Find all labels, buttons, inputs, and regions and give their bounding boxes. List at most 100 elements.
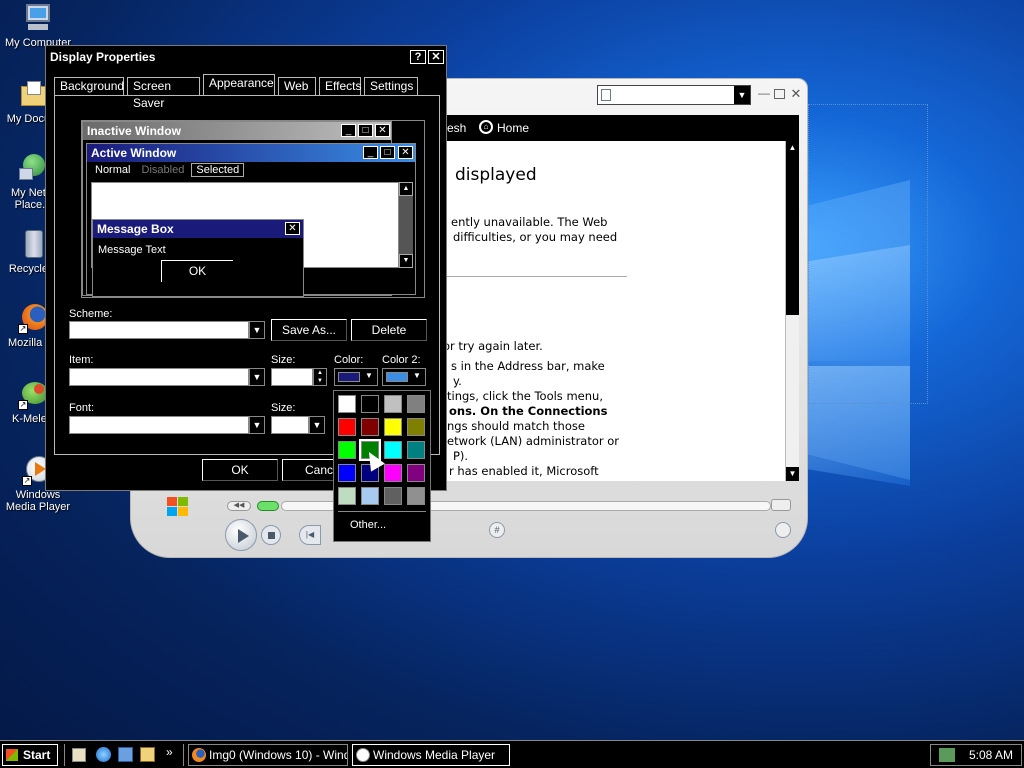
- home-icon: ⌂: [479, 120, 493, 134]
- color-swatch[interactable]: [407, 487, 425, 505]
- page-line: tings, click the Tools menu,: [447, 389, 603, 403]
- scroll-up-icon: ▲: [399, 182, 413, 196]
- maximize-icon: □: [380, 146, 395, 159]
- minimize-icon[interactable]: —: [758, 87, 770, 99]
- item-size-input[interactable]: [271, 368, 313, 386]
- save-as-button[interactable]: Save As...: [271, 319, 347, 341]
- divider: [447, 276, 627, 277]
- color-swatch[interactable]: [407, 441, 425, 459]
- stop-icon: [268, 532, 275, 539]
- other-colors-button[interactable]: Other...: [350, 519, 386, 531]
- close-button[interactable]: ✕: [428, 50, 444, 64]
- tab-web[interactable]: Web: [278, 77, 316, 96]
- font-dropdown[interactable]: [69, 416, 249, 434]
- play-button[interactable]: [225, 519, 257, 551]
- explorer-icon[interactable]: [140, 747, 155, 762]
- resize-grip-icon[interactable]: [771, 499, 791, 511]
- chevron-down-icon[interactable]: ▼: [249, 368, 265, 386]
- desktop-icon-label: Windows Media Player: [5, 489, 71, 513]
- tab-screen-saver[interactable]: Screen Saver: [127, 77, 200, 110]
- stop-button[interactable]: [261, 525, 281, 545]
- chevron-down-icon[interactable]: ▼: [249, 321, 265, 339]
- color-swatch[interactable]: [384, 487, 402, 505]
- chevron-down-icon[interactable]: ▼: [249, 416, 265, 434]
- chevron-down-icon[interactable]: ▼: [309, 416, 325, 434]
- page-line: etwork (LAN) administrator or: [447, 434, 620, 448]
- color-swatch[interactable]: [384, 464, 402, 482]
- tab-background[interactable]: Background: [54, 77, 124, 96]
- quicklaunch-overflow-chevron[interactable]: »: [166, 745, 173, 759]
- address-combobox[interactable]: ▼: [597, 85, 751, 105]
- scheme-dropdown[interactable]: [69, 321, 249, 339]
- internet-explorer-icon[interactable]: [96, 747, 111, 762]
- color-swatch[interactable]: [361, 418, 379, 436]
- color-swatch[interactable]: [384, 395, 402, 413]
- close-icon: ✕: [398, 146, 413, 159]
- ok-button[interactable]: OK: [202, 459, 278, 481]
- dialog-titlebar[interactable]: Display Properties ? ✕: [46, 46, 446, 68]
- scheme-label: Scheme:: [69, 308, 113, 320]
- appearance-preview[interactable]: Inactive Window _ □ ✕ Active Window _ □ …: [81, 120, 425, 298]
- fullscreen-icon[interactable]: [775, 522, 791, 538]
- help-button[interactable]: ?: [410, 50, 426, 64]
- color-swatch[interactable]: [407, 395, 425, 413]
- tab-appearance[interactable]: Appearance: [203, 74, 275, 96]
- color2-picker-button[interactable]: ▼: [382, 368, 426, 386]
- previous-track-button[interactable]: |◀: [299, 525, 321, 545]
- scroll-up-icon[interactable]: ▲: [786, 141, 799, 155]
- delete-button[interactable]: Delete: [351, 319, 427, 341]
- taskbar-item-media-player[interactable]: Windows Media Player: [352, 744, 510, 766]
- start-button[interactable]: Start: [2, 744, 58, 766]
- color-picker-button[interactable]: ▼: [334, 368, 378, 386]
- home-button[interactable]: Home: [497, 121, 529, 135]
- taskbar-item-firefox[interactable]: Img0 (Windows 10) - Wind...: [188, 744, 348, 766]
- chevron-down-icon: ▼: [365, 371, 373, 380]
- color-swatch[interactable]: [361, 487, 379, 505]
- color-swatch[interactable]: [338, 418, 356, 436]
- page-line: s in the Address bar, make: [451, 359, 605, 373]
- font-size-dropdown[interactable]: [271, 416, 309, 434]
- color-swatch[interactable]: [384, 418, 402, 436]
- clock[interactable]: 5:08 AM: [969, 748, 1013, 762]
- item-dropdown[interactable]: [69, 368, 249, 386]
- menu-selected: Selected: [191, 163, 245, 177]
- error-page: displayed ently unavailable. The Web dif…: [443, 141, 785, 481]
- color-swatch[interactable]: [338, 487, 356, 505]
- preview-message-box[interactable]: Message Box ✕ Message Text OK: [92, 219, 304, 297]
- page-scrollbar[interactable]: ▲ ▼: [785, 141, 799, 481]
- chevron-down-icon: ▼: [413, 371, 421, 380]
- color-swatch[interactable]: [338, 464, 356, 482]
- message-box-title: Message Box: [93, 220, 303, 238]
- desktop-icon-my-computer[interactable]: My Computer: [2, 2, 74, 49]
- palette-divider: [338, 511, 426, 512]
- color-palette-popup[interactable]: Other...: [333, 390, 431, 542]
- size-label: Size:: [271, 354, 296, 366]
- show-desktop-icon[interactable]: [72, 748, 86, 762]
- color-swatch[interactable]: [407, 418, 425, 436]
- scroll-down-icon[interactable]: ▼: [786, 467, 799, 481]
- close-icon[interactable]: ✕: [789, 87, 803, 101]
- cancel-button[interactable]: Cance: [282, 459, 340, 481]
- tab-effects[interactable]: Effects: [319, 77, 361, 96]
- taskbar: Start » Img0 (Windows 10) - Wind... Wind…: [0, 740, 1024, 768]
- minimize-icon: _: [363, 146, 378, 159]
- maximize-icon[interactable]: [774, 89, 785, 99]
- status-indicator: [257, 501, 279, 511]
- chevron-down-icon[interactable]: ▼: [734, 86, 750, 104]
- taskbar-separator: [183, 744, 184, 766]
- color-swatch[interactable]: [361, 395, 379, 413]
- tab-settings[interactable]: Settings: [364, 77, 418, 96]
- scroll-thumb[interactable]: [786, 155, 799, 315]
- outlook-express-icon[interactable]: [118, 747, 133, 762]
- size-spinner[interactable]: ▲ ▼: [313, 368, 327, 386]
- color-swatch[interactable]: [384, 441, 402, 459]
- rewind-icon[interactable]: ◀◀: [227, 501, 251, 511]
- color-swatch[interactable]: [338, 395, 356, 413]
- preview-menu-bar: Normal Disabled Selected: [91, 163, 245, 180]
- menu-normal: Normal: [95, 164, 131, 176]
- color-swatch[interactable]: [338, 441, 356, 459]
- shuffle-icon[interactable]: #: [489, 522, 505, 538]
- refresh-button-label[interactable]: esh: [447, 121, 466, 135]
- color-swatch[interactable]: [407, 464, 425, 482]
- network-tray-icon[interactable]: [939, 748, 955, 762]
